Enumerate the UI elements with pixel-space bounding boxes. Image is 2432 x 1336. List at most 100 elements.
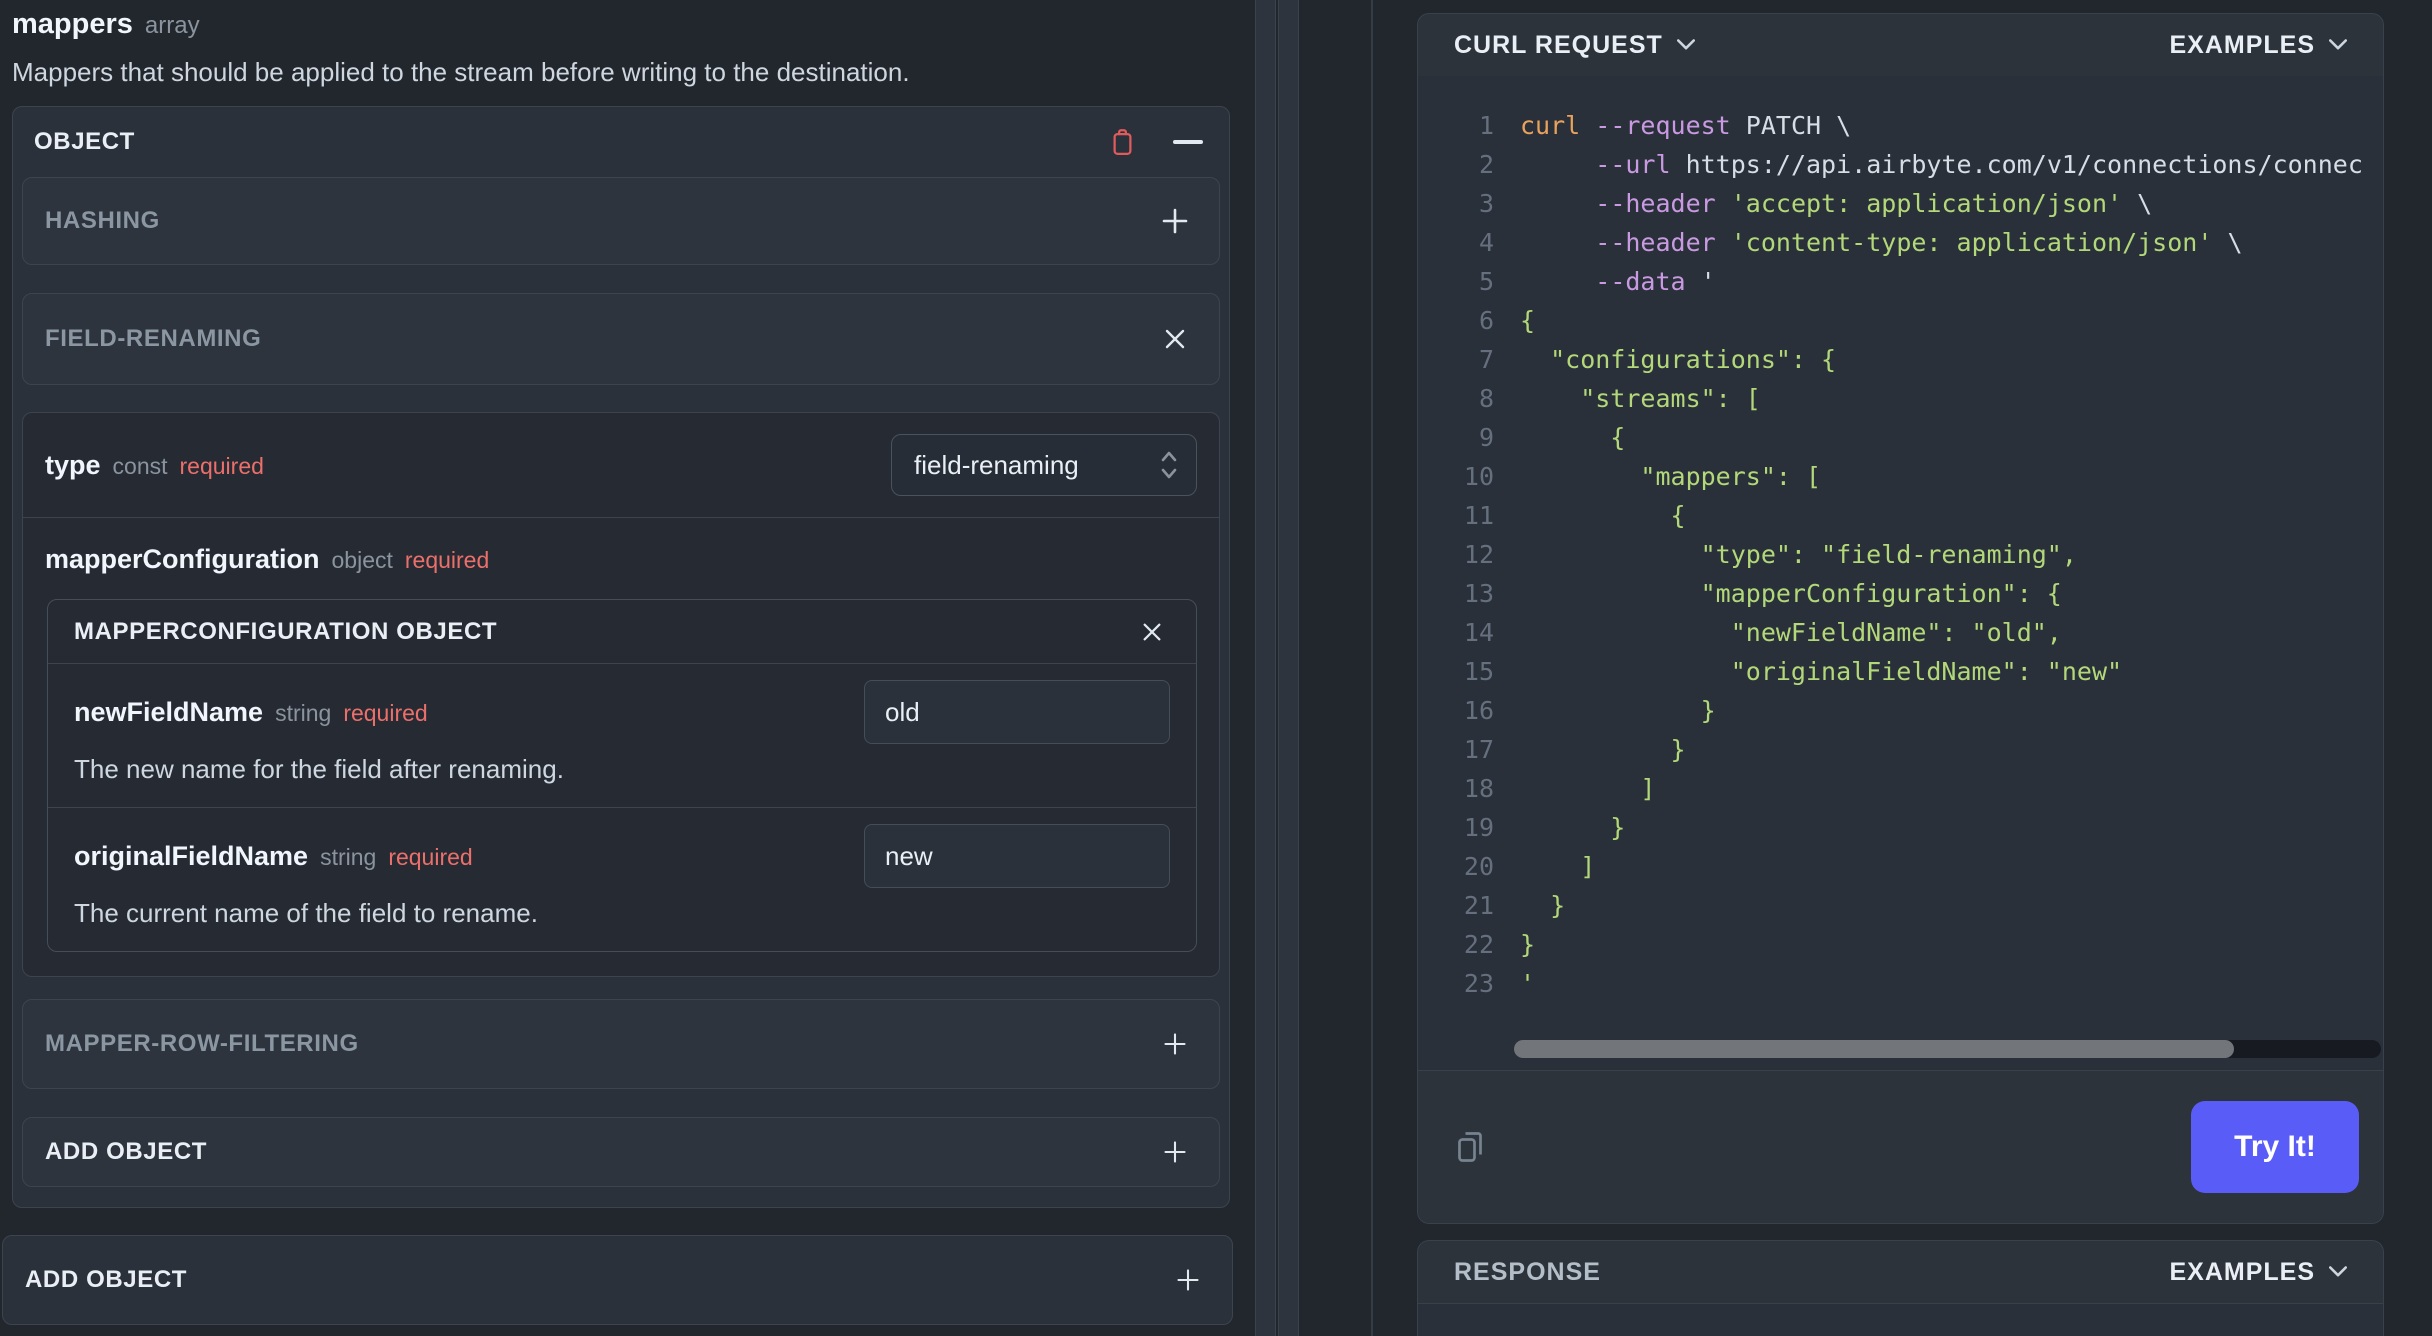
curl-request-header: CURL REQUEST EXAMPLES bbox=[1418, 14, 2383, 76]
schema-panel: mappers array Mappers that should be app… bbox=[0, 0, 1253, 1336]
request-examples-dropdown[interactable]: EXAMPLES bbox=[2169, 31, 2347, 60]
code-line: 13 "mapperConfiguration": { bbox=[1463, 579, 2062, 608]
field-type-badge: array bbox=[144, 12, 200, 39]
section-hashing[interactable]: HASHING bbox=[22, 177, 1220, 265]
code-line: 16 } bbox=[1463, 696, 1716, 725]
vertical-scrollbar-thumb[interactable] bbox=[1278, 0, 1299, 1336]
code-line: 19 } bbox=[1463, 813, 1626, 842]
mapper-configuration-label-group: mapperConfiguration object required bbox=[45, 544, 1199, 575]
horizontal-scrollbar-thumb[interactable] bbox=[1514, 1040, 2234, 1058]
type-field-required: required bbox=[179, 452, 264, 479]
type-select[interactable]: field-renaming bbox=[891, 434, 1197, 496]
type-field-name: type bbox=[45, 449, 101, 480]
chevron-down-icon bbox=[1676, 39, 1695, 51]
close-mapper-configuration-button[interactable] bbox=[1134, 614, 1170, 650]
response-examples-label: EXAMPLES bbox=[2169, 1257, 2315, 1286]
plus-icon bbox=[1175, 1267, 1201, 1293]
section-mapper-row-filtering[interactable]: MAPPER-ROW-FILTERING bbox=[22, 999, 1220, 1089]
api-sample-panel: CURL REQUEST EXAMPLES 1 curl --request PA… bbox=[1373, 0, 2432, 1336]
panel-gutter bbox=[1253, 0, 1373, 1336]
vertical-scrollbar-track[interactable] bbox=[1255, 0, 1276, 1336]
field-heading: mappers array bbox=[12, 8, 1253, 41]
expand-hashing-button[interactable] bbox=[1157, 203, 1193, 239]
object-card-actions bbox=[1104, 124, 1206, 160]
x-icon bbox=[1163, 327, 1187, 351]
new-field-name-input[interactable] bbox=[864, 680, 1170, 744]
mapper-configuration-badge: object bbox=[331, 547, 393, 573]
section-field-renaming[interactable]: FIELD-RENAMING bbox=[22, 293, 1220, 385]
section-hashing-label: HASHING bbox=[45, 207, 160, 234]
trash-icon bbox=[1109, 127, 1136, 157]
mapper-configuration-object-header: MAPPERCONFIGURATION OBJECT bbox=[48, 600, 1196, 664]
code-line: 12 "type": "field-renaming", bbox=[1463, 540, 2077, 569]
request-examples-label: EXAMPLES bbox=[2169, 30, 2315, 59]
code-line: 21 } bbox=[1463, 891, 1566, 920]
mapper-configuration-required: required bbox=[404, 547, 490, 573]
copy-icon bbox=[1452, 1126, 1488, 1168]
mapper-configuration-name: mapperConfiguration bbox=[45, 544, 320, 574]
response-examples-dropdown[interactable]: EXAMPLES bbox=[2169, 1258, 2347, 1287]
copy-code-button[interactable] bbox=[1452, 1129, 1488, 1165]
chevron-down-icon bbox=[2329, 1266, 2347, 1278]
type-field-row: type const required field-renaming bbox=[23, 413, 1219, 517]
new-field-name-row: newFieldName string required The new nam… bbox=[48, 664, 1196, 807]
select-stepper-icon bbox=[1158, 448, 1180, 482]
original-field-name-description: The current name of the field to rename. bbox=[74, 898, 538, 928]
object-card-header: OBJECT bbox=[22, 107, 1220, 177]
curl-request-card: CURL REQUEST EXAMPLES 1 curl --request PA… bbox=[1417, 13, 2384, 1224]
minus-icon bbox=[1173, 140, 1203, 144]
new-field-name-description: The new name for the field after renamin… bbox=[74, 754, 564, 784]
expand-mapper-row-filtering-button[interactable] bbox=[1157, 1026, 1193, 1062]
original-field-name-row: originalFieldName string required The cu… bbox=[48, 807, 1196, 951]
code-lines: 1 curl --request PATCH \ 2 --url https://a… bbox=[1418, 76, 2383, 1003]
new-field-name-label: newFieldName bbox=[74, 696, 264, 727]
original-field-name-label-group: originalFieldName string required bbox=[74, 841, 473, 872]
mapper-configuration-row: mapperConfiguration object required MAPP… bbox=[23, 517, 1219, 976]
x-icon bbox=[1141, 621, 1163, 643]
close-field-renaming-button[interactable] bbox=[1157, 321, 1193, 357]
plus-icon bbox=[1162, 1139, 1188, 1165]
code-editor[interactable]: 1 curl --request PATCH \ 2 --url https://a… bbox=[1418, 76, 2383, 1070]
try-it-button[interactable]: Try It! bbox=[2191, 1101, 2359, 1193]
delete-object-button[interactable] bbox=[1104, 124, 1140, 160]
code-line: 11 { bbox=[1463, 501, 1686, 530]
code-line: 10 "mappers": [ bbox=[1463, 462, 1822, 491]
code-line: 23 ' bbox=[1463, 969, 1536, 998]
request-title: CURL REQUEST bbox=[1454, 30, 1663, 59]
plus-icon bbox=[1162, 1031, 1188, 1057]
add-object-outer-button[interactable] bbox=[1170, 1262, 1206, 1298]
original-field-name-badge: string bbox=[320, 843, 377, 870]
field-name: mappers bbox=[12, 8, 133, 40]
code-line: 20 ] bbox=[1463, 852, 1596, 881]
add-object-inner-label: ADD OBJECT bbox=[45, 1138, 208, 1165]
code-line: 8 "streams": [ bbox=[1478, 384, 1761, 413]
original-field-name-required: required bbox=[388, 843, 473, 870]
original-field-name-input[interactable] bbox=[864, 824, 1170, 888]
response-header: RESPONSE EXAMPLES bbox=[1418, 1241, 2383, 1303]
code-line: 7 "configurations": { bbox=[1478, 345, 1837, 374]
horizontal-scrollbar-track[interactable] bbox=[1514, 1040, 2381, 1058]
code-line: 3 --header 'accept: application/json' \ bbox=[1478, 189, 2153, 218]
section-field-renaming-label: FIELD-RENAMING bbox=[45, 325, 262, 352]
section-mapper-row-filtering-label: MAPPER-ROW-FILTERING bbox=[45, 1030, 359, 1057]
add-object-inner-button[interactable] bbox=[1157, 1134, 1193, 1170]
request-language-dropdown[interactable]: CURL REQUEST bbox=[1454, 31, 1695, 60]
add-object-outer-row[interactable]: ADD OBJECT bbox=[2, 1235, 1233, 1325]
new-field-name-required: required bbox=[343, 699, 428, 726]
original-field-name-label: originalFieldName bbox=[74, 840, 309, 871]
code-line: 1 curl --request PATCH \ bbox=[1478, 111, 1852, 140]
code-line: 6{ bbox=[1478, 306, 1536, 335]
code-line: 4 --header 'content-type: application/js… bbox=[1478, 228, 2243, 257]
code-line: 5 --data ' bbox=[1478, 267, 1716, 296]
response-title: RESPONSE bbox=[1454, 1257, 1601, 1286]
new-field-name-label-group: newFieldName string required bbox=[74, 697, 428, 728]
type-field-badge: const bbox=[112, 452, 168, 479]
mapper-configuration-object-title: MAPPERCONFIGURATION OBJECT bbox=[74, 617, 498, 645]
type-field-label-group: type const required bbox=[45, 450, 264, 481]
page: mappers array Mappers that should be app… bbox=[0, 0, 2432, 1336]
collapse-object-button[interactable] bbox=[1170, 124, 1206, 160]
code-line: 22} bbox=[1463, 930, 1536, 959]
new-field-name-badge: string bbox=[275, 699, 332, 726]
object-card: OBJECT HASHING FIELD-RENAMING type const… bbox=[12, 106, 1230, 1208]
add-object-inner-row[interactable]: ADD OBJECT bbox=[22, 1117, 1220, 1187]
